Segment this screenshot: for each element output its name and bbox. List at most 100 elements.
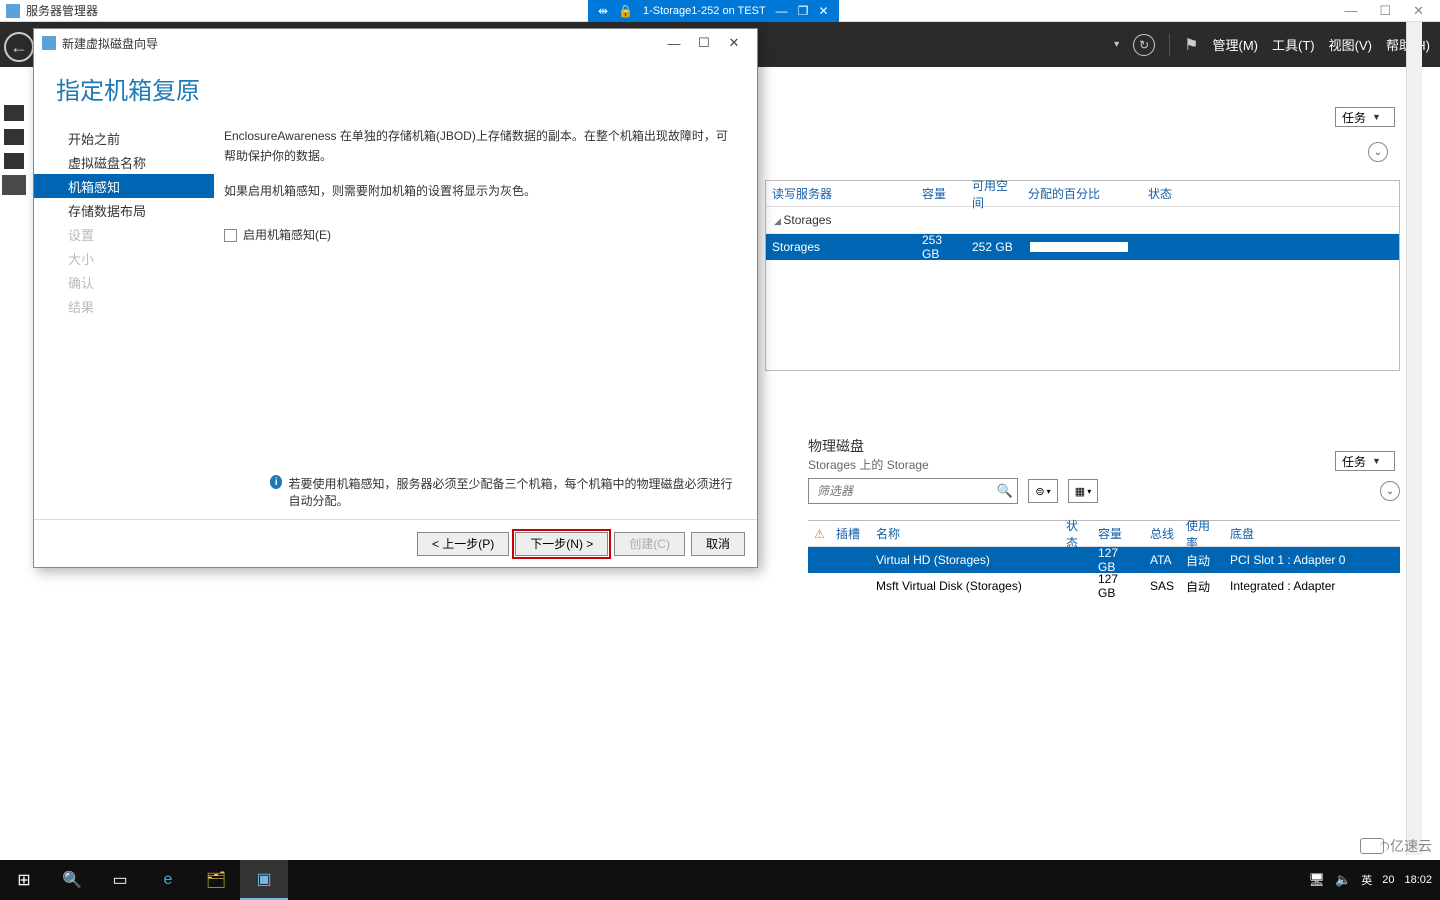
wizard-heading: 指定机箱复原 — [34, 57, 757, 126]
wizard-titlebar[interactable]: 新建虚拟磁盘向导 — ☐ ✕ — [34, 29, 757, 57]
watermark-icon — [1360, 838, 1384, 854]
row-usage: 自动 — [1180, 552, 1224, 569]
wizard-content: EnclosureAwareness 在单独的存储机箱(JBOD)上存储数据的副… — [214, 126, 757, 519]
pool-empty-area — [766, 260, 1399, 370]
vm-title-bar[interactable]: ⇹ 🔒 1-Storage1-252 on TEST — ❐ ✕ — [588, 0, 839, 22]
step-confirm: 确认 — [54, 270, 214, 294]
host-window-controls: — ☐ ✕ — [1328, 3, 1440, 19]
tray-network-icon[interactable]: 🖥 — [1309, 872, 1326, 888]
checkbox-box[interactable] — [224, 229, 237, 242]
host-min-button[interactable]: — — [1344, 3, 1357, 19]
next-button[interactable]: 下一步(N) > — [515, 532, 608, 556]
storage-pool-table: 读写服务器 容量 可用空间 分配的百分比 状态 Storages Storage… — [765, 180, 1400, 371]
wizard-close-button[interactable]: ✕ — [719, 35, 749, 51]
col-bay[interactable]: 底盘 — [1224, 525, 1400, 542]
menu-tools[interactable]: 工具(T) — [1272, 35, 1315, 54]
notifications-flag-icon[interactable]: ⚑ — [1184, 35, 1198, 55]
prev-button[interactable]: < 上一步(P) — [417, 532, 509, 556]
enable-enclosure-checkbox[interactable]: 启用机箱感知(E) — [224, 225, 737, 245]
view-options-dropdown[interactable]: ▦▾ — [1068, 479, 1098, 503]
col-status[interactable]: 状态 — [1060, 517, 1092, 551]
explorer-button[interactable]: 🗂 — [192, 860, 240, 900]
col-rw-server[interactable]: 读写服务器 — [766, 185, 916, 202]
physical-disks-title: 物理磁盘 — [808, 436, 864, 456]
vm-bar: ⇹ 🔒 1-Storage1-252 on TEST — ❐ ✕ — [98, 0, 1328, 22]
vm-min-icon[interactable]: — — [776, 4, 788, 18]
step-enclosure[interactable]: 机箱感知 — [34, 174, 214, 198]
col-warn-icon[interactable]: ⚠ — [808, 527, 830, 541]
server-manager-taskbar-button[interactable]: ▣ — [240, 860, 288, 900]
col-percent[interactable]: 分配的百分比 — [1022, 185, 1142, 202]
tasks-dropdown-pools[interactable]: 任务 ▼ — [1335, 107, 1395, 127]
expand-toggle-pools[interactable]: ⌄ — [1368, 142, 1388, 162]
nav-dashboard-icon[interactable] — [4, 105, 24, 121]
create-button: 创建(C) — [614, 532, 685, 556]
wizard-max-button[interactable]: ☐ — [689, 35, 719, 51]
search-button[interactable]: 🔍 — [48, 860, 96, 900]
left-nav-rail — [4, 105, 28, 193]
col-status[interactable]: 状态 — [1142, 185, 1202, 202]
tasks-dropdown-physical[interactable]: 任务 ▼ — [1335, 451, 1395, 471]
filter-box: 🔍 — [808, 478, 1018, 504]
step-vdname[interactable]: 虚拟磁盘名称 — [54, 150, 214, 174]
back-button[interactable]: ← — [4, 32, 34, 62]
step-before[interactable]: 开始之前 — [54, 126, 214, 150]
vm-max-icon[interactable]: ❐ — [798, 4, 809, 18]
caret-down-icon: ▼ — [1372, 112, 1381, 122]
row-bay: Integrated : Adapter — [1224, 579, 1400, 593]
col-name[interactable]: 名称 — [870, 525, 1060, 542]
host-max-button[interactable]: ☐ — [1379, 3, 1391, 19]
col-bus[interactable]: 总线 — [1144, 525, 1180, 542]
ie-button[interactable]: e — [144, 860, 192, 900]
pool-group-row[interactable]: Storages — [766, 207, 1399, 234]
col-slot[interactable]: 插槽 — [830, 525, 870, 542]
tray-ime[interactable]: 英 — [1361, 872, 1372, 888]
filter-options-dropdown[interactable]: ⊜▾ — [1028, 479, 1058, 503]
col-free[interactable]: 可用空间 — [966, 177, 1022, 211]
tasks-label: 任务 — [1342, 453, 1366, 470]
row-bus: SAS — [1144, 579, 1180, 593]
step-settings: 设置 — [54, 222, 214, 246]
taskview-button[interactable]: ▭ — [96, 860, 144, 900]
nav-storage-icon[interactable] — [4, 177, 24, 193]
step-layout[interactable]: 存储数据布局 — [54, 198, 214, 222]
tray-time[interactable]: 18:02 — [1404, 874, 1432, 886]
wizard-min-button[interactable]: — — [659, 36, 689, 51]
menu-manage[interactable]: 管理(M) — [1213, 35, 1259, 54]
pool-row-selected[interactable]: Storages 253 GB 252 GB — [766, 234, 1399, 260]
caret-down-icon: ▼ — [1372, 456, 1381, 466]
phys-row[interactable]: Msft Virtual Disk (Storages) 127 GB SAS … — [808, 573, 1400, 599]
wizard-info-note: i 若要使用机箱感知，服务器必须至少配备三个机箱，每个机箱中的物理磁盘必须进行自… — [270, 475, 737, 509]
refresh-button[interactable]: ↻ — [1133, 34, 1155, 56]
menu-view[interactable]: 视图(V) — [1329, 35, 1372, 54]
watermark: 亿速云 — [1360, 836, 1432, 856]
nav-local-icon[interactable] — [4, 129, 24, 145]
dropdown-caret-icon[interactable]: ▾ — [1114, 39, 1119, 50]
physical-disks-subtitle: Storages 上的 Storage — [808, 456, 929, 473]
vm-close-icon[interactable]: ✕ — [818, 4, 828, 18]
expand-toggle-physical[interactable]: ⌄ — [1380, 481, 1400, 501]
tray-date-prefix[interactable]: 20 — [1382, 874, 1394, 886]
pool-name: Storages — [766, 240, 916, 254]
pool-percent-bar — [1022, 242, 1142, 252]
phys-row[interactable]: Virtual HD (Storages) 127 GB ATA 自动 PCI … — [808, 547, 1400, 573]
row-usage: 自动 — [1180, 578, 1224, 595]
host-close-button[interactable]: ✕ — [1413, 3, 1424, 19]
pin-icon[interactable]: ⇹ — [598, 4, 608, 18]
wizard-steps: 开始之前 虚拟磁盘名称 机箱感知 存储数据布局 设置 大小 确认 结果 — [34, 126, 214, 519]
col-usage[interactable]: 使用率 — [1180, 517, 1224, 551]
col-capacity[interactable]: 容量 — [916, 185, 966, 202]
cancel-button[interactable]: 取消 — [691, 532, 745, 556]
filter-input[interactable] — [809, 484, 993, 498]
search-icon[interactable]: 🔍 — [993, 483, 1017, 499]
app-title: 服务器管理器 — [26, 2, 98, 19]
host-scrollbar[interactable] — [1406, 22, 1422, 855]
col-capacity[interactable]: 容量 — [1092, 525, 1144, 542]
tray-volume-icon[interactable]: 🔈 — [1335, 872, 1351, 888]
info-icon: i — [270, 475, 282, 489]
lock-icon[interactable]: 🔒 — [618, 4, 633, 18]
host-titlebar: 服务器管理器 ⇹ 🔒 1-Storage1-252 on TEST — ❐ ✕ … — [0, 0, 1440, 22]
separator — [1169, 34, 1170, 56]
nav-all-icon[interactable] — [4, 153, 24, 169]
start-button[interactable]: ⊞ — [0, 860, 48, 900]
